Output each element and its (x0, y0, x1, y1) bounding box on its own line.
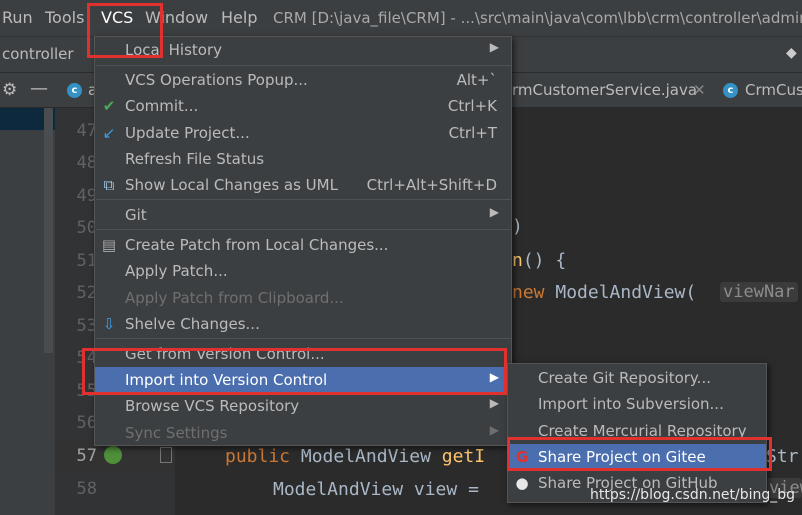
menu-window[interactable]: Window (145, 8, 208, 27)
close-tab-icon[interactable]: ✕ (693, 81, 706, 99)
menu-item-label: Sync Settings (125, 424, 228, 442)
code-line-57-tail: Str (766, 446, 799, 467)
menu-item-apply-patch-clipboard: Apply Patch from Clipboard... (95, 285, 511, 311)
menu-item-shortcut: Ctrl+T (448, 124, 497, 142)
menu-item-label: Create Patch from Local Changes... (125, 236, 389, 254)
menu-item-shortcut: Alt+` (456, 71, 497, 89)
menu-separator (96, 199, 512, 200)
menu-item-import-into-vcs[interactable]: Import into Version Control ▶ (95, 367, 511, 393)
menu-item-label: Apply Patch... (125, 262, 228, 280)
menu-item-shortcut: Ctrl+K (447, 97, 497, 115)
code-keyword: public (225, 446, 291, 467)
code-text: ModelAndView( (544, 282, 697, 303)
code-text: () { (522, 250, 567, 271)
submenu-item-share-on-gitee[interactable]: G Share Project on Gitee (508, 444, 766, 470)
menu-separator (96, 338, 512, 339)
code-line-57: public ModelAndView getI (225, 446, 485, 467)
patch-icon: ▤ (101, 236, 117, 254)
menu-item-get-from-vcs[interactable]: Get from Version Control... (95, 341, 511, 367)
menu-tools[interactable]: Tools (45, 8, 84, 27)
web-endpoint-icon[interactable] (104, 446, 122, 464)
code-line-52: new ModelAndView( (512, 282, 696, 303)
menu-item-label: Browse VCS Repository (125, 397, 300, 415)
menu-item-update-project[interactable]: ↙ Update Project... Ctrl+T (95, 120, 511, 146)
vcs-menu: Local History ▶ VCS Operations Popup... Al… (94, 36, 512, 446)
gitee-icon: G (515, 448, 529, 466)
code-fn: n (512, 250, 523, 271)
menu-vcs[interactable]: VCS (101, 8, 133, 27)
menu-item-vcs-operations-popup[interactable]: VCS Operations Popup... Alt+` (95, 67, 511, 93)
menu-help[interactable]: Help (221, 8, 257, 27)
menu-item-browse-vcs-repository[interactable]: Browse VCS Repository ▶ (95, 393, 511, 419)
menu-item-shelve-changes[interactable]: ⇩ Shelve Changes... (95, 311, 511, 337)
code-line-51: n() { (512, 250, 566, 271)
param-hint: viewNar (720, 282, 798, 302)
submenu-arrow-icon: ▶ (489, 205, 499, 219)
fold-icon[interactable] (160, 447, 172, 463)
submenu-item-create-mercurial[interactable]: Create Mercurial Repository (508, 418, 766, 444)
menu-item-label: VCS Operations Popup... (125, 71, 308, 89)
menu-item-label: Shelve Changes... (125, 315, 260, 333)
class-icon: c (723, 83, 738, 98)
menu-item-label: Create Git Repository... (538, 369, 711, 387)
menu-item-label: Git (125, 206, 147, 224)
code-line-58: ModelAndView view = (273, 479, 479, 500)
menu-separator (96, 229, 512, 230)
line-number: 58 (76, 479, 97, 499)
menu-item-git[interactable]: Git ▶ (95, 202, 511, 228)
menu-item-label: Get from Version Control... (125, 345, 325, 363)
menu-item-refresh-file-status[interactable]: Refresh File Status (95, 146, 511, 172)
code-text: ModelAndView (290, 446, 442, 467)
menu-item-label: Apply Patch from Clipboard... (125, 289, 344, 307)
code-keyword: new (512, 282, 545, 303)
menu-item-label: Update Project... (125, 124, 250, 142)
submenu-arrow-icon: ▶ (489, 423, 499, 437)
import-submenu: Create Git Repository... Import into Sub… (507, 363, 767, 503)
code-line-50: ) (512, 216, 523, 237)
menu-item-commit[interactable]: ✔ Commit... Ctrl+K (95, 93, 511, 119)
submenu-arrow-icon: ▶ (489, 40, 499, 54)
menu-item-label: Import into Version Control (125, 371, 328, 389)
line-number-current: 57 (76, 446, 97, 466)
submenu-item-create-git-repository[interactable]: Create Git Repository... (508, 365, 766, 391)
menu-item-label: Local History (125, 41, 223, 59)
menu-item-apply-patch[interactable]: Apply Patch... (95, 258, 511, 284)
github-icon: ● (515, 474, 529, 492)
shelve-icon: ⇩ (102, 315, 116, 333)
menu-item-label: Share Project on Gitee (538, 448, 706, 466)
menu-item-label: Create Mercurial Repository (538, 422, 747, 440)
run-config-icon[interactable]: ◆ (786, 45, 797, 61)
menu-item-label: Commit... (125, 97, 199, 115)
project-scrollbar[interactable] (44, 108, 53, 353)
gear-icon[interactable]: ⚙ (2, 80, 17, 100)
tab-crm-customer-service[interactable]: rmCustomerService.java (512, 81, 697, 99)
submenu-arrow-icon: ▶ (489, 370, 499, 384)
menu-separator (96, 65, 512, 66)
submenu-item-import-subversion[interactable]: Import into Subversion... (508, 391, 766, 417)
watermark: https://blog.csdn.net/bing_bg (590, 487, 796, 503)
menu-item-label: Refresh File Status (125, 150, 265, 168)
code-fn: getI (441, 446, 486, 467)
tab-crm-cus[interactable]: CrmCus (745, 81, 802, 99)
menu-item-local-history[interactable]: Local History ▶ (95, 37, 511, 63)
menu-item-shortcut: Ctrl+Alt+Shift+D (366, 176, 497, 194)
class-icon: c (67, 83, 82, 98)
menu-item-sync-settings: Sync Settings ▶ (95, 420, 511, 446)
menu-item-show-local-changes-uml[interactable]: ⧉ Show Local Changes as UML Ctrl+Alt+Shift… (95, 172, 511, 198)
submenu-arrow-icon: ▶ (489, 396, 499, 410)
menu-run[interactable]: Run (2, 8, 33, 27)
menu-item-label: Show Local Changes as UML (125, 176, 338, 194)
menu-item-create-patch[interactable]: ▤ Create Patch from Local Changes... (95, 232, 511, 258)
minimize-icon[interactable]: — (30, 78, 48, 99)
update-arrow-icon: ↙ (102, 124, 116, 142)
menu-item-label: Import into Subversion... (538, 395, 724, 413)
menu-bar: Run Tools VCS Window Help CRM [D:\java_f… (0, 0, 802, 36)
uml-icon: ⧉ (103, 176, 115, 194)
check-icon: ✔ (102, 97, 116, 115)
window-title: CRM [D:\java_file\CRM] - ...\src\main\ja… (273, 9, 802, 27)
breadcrumb-controller[interactable]: controller (2, 45, 74, 63)
